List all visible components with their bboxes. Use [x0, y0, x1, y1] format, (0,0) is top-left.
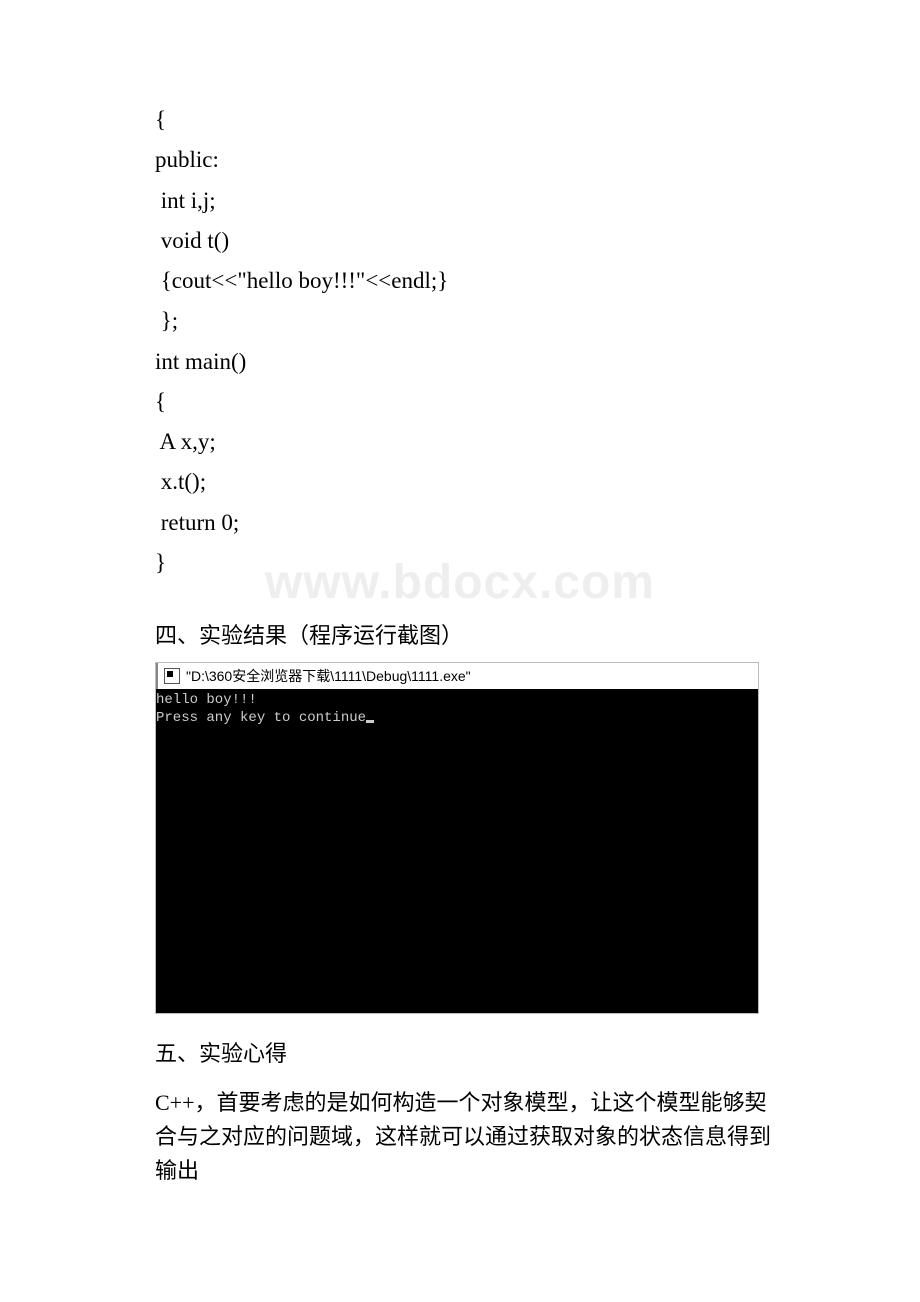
- code-line: {cout<<"hello boy!!!"<<endl;}: [155, 261, 780, 301]
- code-line: return 0;: [155, 503, 780, 543]
- console-output: hello boy!!! Press any key to continue: [156, 689, 758, 1013]
- code-line: x.t();: [155, 462, 780, 502]
- code-line: int i,j;: [155, 181, 780, 221]
- console-line: Press any key to continue: [156, 710, 366, 726]
- code-line: }: [155, 543, 780, 583]
- body-paragraph: C++，首要考虑的是如何构造一个对象模型，让这个模型能够契合与之对应的问题域，这…: [155, 1086, 780, 1188]
- code-line: public:: [155, 140, 780, 180]
- console-title: "D:\360安全浏览器下载\1111\Debug\1111.exe": [186, 666, 471, 686]
- section4-heading: 四、实验结果（程序运行截图）: [155, 618, 780, 650]
- code-line: {: [155, 100, 780, 140]
- console-line: hello boy!!!: [156, 692, 257, 708]
- console-titlebar: "D:\360安全浏览器下载\1111\Debug\1111.exe": [156, 663, 758, 689]
- app-icon: [164, 668, 180, 684]
- section5-heading: 五、实验心得: [155, 1036, 780, 1068]
- code-line: {: [155, 382, 780, 422]
- document-page: { public: int i,j; void t() {cout<<"hell…: [0, 0, 920, 1248]
- console-screenshot: "D:\360安全浏览器下载\1111\Debug\1111.exe" hell…: [155, 662, 759, 1014]
- code-line: };: [155, 301, 780, 341]
- cursor-icon: [366, 720, 374, 723]
- code-line: int main(): [155, 342, 780, 382]
- code-line: A x,y;: [155, 422, 780, 462]
- code-block: { public: int i,j; void t() {cout<<"hell…: [155, 100, 780, 583]
- code-line: void t(): [155, 221, 780, 261]
